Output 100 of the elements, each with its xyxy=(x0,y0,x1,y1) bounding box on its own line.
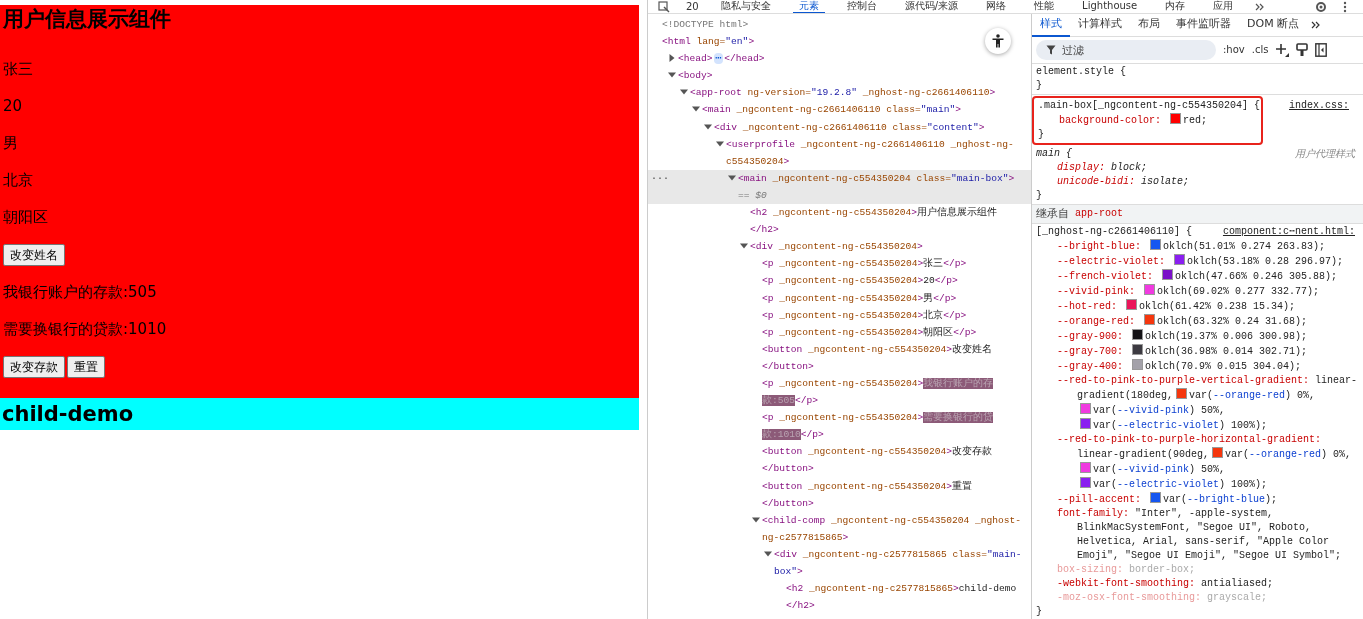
devtools-tab[interactable]: 网络 xyxy=(980,0,1013,13)
expand-arrow-icon[interactable] xyxy=(740,242,748,251)
devtools-tab[interactable]: 元素 xyxy=(792,0,825,13)
action-button[interactable]: 改变姓名 xyxy=(3,244,65,266)
filter-input[interactable]: 过滤 xyxy=(1062,43,1192,57)
property-value: oklch(47.66% 0.246 305.88); xyxy=(1175,271,1338,282)
property-name: unicode-bidi: xyxy=(1057,176,1135,187)
expand-arrow-icon[interactable] xyxy=(668,71,676,80)
color-swatch[interactable] xyxy=(1080,477,1091,488)
color-swatch[interactable] xyxy=(1132,344,1144,355)
expand-arrow-icon[interactable] xyxy=(692,105,700,114)
expand-arrow-icon[interactable] xyxy=(716,139,724,148)
dom-node-line[interactable]: <head> ⋯ </head> xyxy=(678,50,1028,68)
dom-node-line[interactable]: <main _ngcontent-ng-c2661406110 class="main"> xyxy=(702,101,1028,119)
styles-tab[interactable]: DOM 断点 xyxy=(1239,14,1308,37)
dom-node-line[interactable]: <p _ngcontent-ng-c554350204>北京</p> xyxy=(762,306,1028,324)
color-swatch[interactable] xyxy=(1080,403,1091,414)
property-name: --gray-900: xyxy=(1057,331,1123,342)
dom-node-line[interactable]: <button _ngcontent-ng-c554350204>改变姓名 </button> xyxy=(762,340,1028,375)
more-tabs-icon[interactable] xyxy=(1255,1,1266,12)
inspect-icon[interactable] xyxy=(658,0,670,13)
variable-name[interactable]: --vivid-pink xyxy=(1117,464,1190,475)
dom-node-line[interactable]: <html lang="en"> xyxy=(662,33,1028,51)
property-value: red; xyxy=(1183,115,1208,126)
dom-node-line[interactable]: <body> xyxy=(678,67,1028,85)
action-button[interactable]: 改变存款 xyxy=(3,356,65,378)
more-options-icon[interactable] xyxy=(1343,0,1347,13)
property-name: font-family: xyxy=(1057,508,1129,519)
color-swatch[interactable] xyxy=(1126,299,1138,310)
devtools-tab[interactable]: Lighthouse xyxy=(1076,0,1144,13)
dom-node-line[interactable]: <p _ngcontent-ng-c554350204>20</p> xyxy=(762,272,1028,290)
variable-name[interactable]: --electric-violet xyxy=(1117,479,1220,490)
source-link[interactable]: index.css: xyxy=(1289,99,1349,113)
color-swatch[interactable] xyxy=(1080,462,1091,473)
property-value: var( xyxy=(1225,449,1250,460)
property-value: Helvetica, Arial, sans-serif, "Apple Color xyxy=(1077,536,1330,547)
expand-arrow-icon[interactable] xyxy=(680,88,688,97)
dom-node-line[interactable]: <div _ngcontent-ng-c2661406110 class="content"> xyxy=(714,118,1028,136)
styles-tab[interactable]: 事件监听器 xyxy=(1168,14,1239,37)
dom-node-line[interactable]: <p _ngcontent-ng-c554350204>张三</p> xyxy=(762,255,1028,273)
variable-name[interactable]: --orange-red xyxy=(1249,449,1322,460)
dom-node-line[interactable]: <userprofile _ngcontent-ng-c2661406110 _nghost-ng-c554350204> xyxy=(726,135,1028,170)
property-name: --french-violet: xyxy=(1057,271,1153,282)
color-swatch[interactable] xyxy=(1170,113,1182,124)
devtools-tab[interactable]: 内存 xyxy=(1159,0,1192,13)
color-swatch[interactable] xyxy=(1176,388,1187,399)
expand-arrow-icon[interactable] xyxy=(728,173,736,182)
styles-tab[interactable]: 样式 xyxy=(1032,14,1070,37)
devtools-tab[interactable]: 应用 xyxy=(1207,0,1240,13)
add-rule-icon[interactable] xyxy=(1275,43,1290,57)
color-swatch[interactable] xyxy=(1144,314,1156,325)
dom-node-line[interactable]: <button _ngcontent-ng-c554350204>改变存款 </button> xyxy=(762,443,1028,478)
variable-name[interactable]: --bright-blue xyxy=(1187,494,1266,505)
color-swatch[interactable] xyxy=(1132,359,1144,370)
page-heading: 用户信息展示组件 xyxy=(3,6,172,33)
color-swatch[interactable] xyxy=(1174,254,1186,265)
dom-node-line[interactable]: <div _ngcontent-ng-c2577815865 class="main-box"> xyxy=(774,545,1028,581)
more-tabs-icon[interactable] xyxy=(1311,20,1322,30)
accessibility-button[interactable] xyxy=(985,28,1011,54)
dom-node-line[interactable]: <div _ngcontent-ng-c554350204> xyxy=(750,238,1028,256)
settings-icon[interactable] xyxy=(1315,0,1327,13)
dom-node-line[interactable]: <app-root ng-version="19.2.8" _nghost-ng-c2661406110> xyxy=(690,84,1028,102)
toggle-button[interactable]: :hov xyxy=(1223,43,1245,57)
source-link[interactable]: component:c⋯nent.html: xyxy=(1222,225,1355,239)
expand-arrow-icon[interactable] xyxy=(668,54,676,63)
expand-arrow-icon[interactable] xyxy=(704,122,712,131)
dom-node-line[interactable]: <main _ngcontent-ng-c554350204 class="main-box"> == $0 xyxy=(738,169,1028,205)
row-menu-dots[interactable]: ··· xyxy=(651,169,669,187)
dom-node-line[interactable]: <p _ngcontent-ng-c554350204>男</p> xyxy=(762,289,1028,307)
devtools-tab[interactable]: 性能 xyxy=(1028,0,1061,13)
dom-node-line[interactable]: <h2 _ngcontent-ng-c554350204>用户信息展示组件 </h2> xyxy=(750,204,1028,239)
styles-tab[interactable]: 计算样式 xyxy=(1070,14,1130,37)
dom-node-line[interactable]: <h2 _ngcontent-ng-c2577815865>child-demo </h2> xyxy=(786,580,1028,615)
color-swatch[interactable] xyxy=(1080,418,1091,429)
dom-node-line[interactable]: <p _ngcontent-ng-c554350204>朝阳区</p> xyxy=(762,323,1028,341)
color-swatch[interactable] xyxy=(1150,239,1162,250)
sidebar-toggle-icon[interactable] xyxy=(1315,43,1328,57)
filter-field[interactable]: 过滤 xyxy=(1036,40,1216,60)
toggle-button[interactable]: .cls xyxy=(1251,43,1269,57)
expand-arrow-icon[interactable] xyxy=(752,515,760,524)
variable-name[interactable]: --electric-violet xyxy=(1117,420,1220,431)
color-swatch[interactable] xyxy=(1212,447,1224,458)
color-swatch[interactable] xyxy=(1132,329,1144,340)
dom-node-line[interactable]: <!DOCTYPE html> xyxy=(662,16,1028,34)
dom-node-line[interactable]: <button _ngcontent-ng-c554350204>重置 </button> xyxy=(762,477,1028,512)
action-button[interactable]: 重置 xyxy=(67,356,105,378)
expand-arrow-icon[interactable] xyxy=(764,549,772,558)
devtools-tab[interactable]: 源代码/来源 xyxy=(898,0,965,13)
variable-name[interactable]: --orange-red xyxy=(1213,390,1286,401)
dom-node-line[interactable]: <child-comp _ngcontent-ng-c554350204 _nghost-ng-c2577815865> xyxy=(762,511,1028,546)
devtools-tab[interactable]: 隐私与安全 xyxy=(714,0,777,13)
variable-name[interactable]: --vivid-pink xyxy=(1117,405,1190,416)
devtools-tab[interactable]: 控制台 xyxy=(840,0,883,13)
styles-tab[interactable]: 布局 xyxy=(1130,14,1168,37)
inherited-from-link[interactable]: app-root xyxy=(1075,207,1123,221)
color-swatch[interactable] xyxy=(1150,492,1162,503)
color-swatch[interactable] xyxy=(1162,269,1174,280)
paint-brush-icon[interactable] xyxy=(1296,43,1309,57)
person-icon xyxy=(992,34,1004,48)
color-swatch[interactable] xyxy=(1144,284,1156,295)
